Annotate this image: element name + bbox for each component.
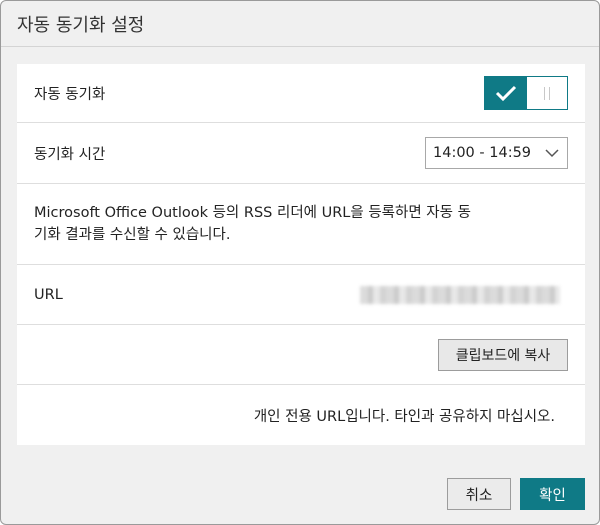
pause-bars-icon: [544, 86, 550, 100]
dialog-titlebar: 자동 동기화 설정: [1, 1, 599, 47]
toggle-on-side[interactable]: [485, 77, 527, 109]
copy-row: 클립보드에 복사: [17, 325, 585, 385]
auto-sync-row: 자동 동기화: [17, 64, 585, 123]
copy-to-clipboard-button[interactable]: 클립보드에 복사: [438, 338, 568, 371]
url-row: URL: [17, 265, 585, 325]
cancel-button[interactable]: 취소: [447, 478, 511, 510]
checkmark-icon: [495, 85, 517, 101]
auto-sync-label: 자동 동기화: [34, 86, 106, 103]
sync-time-row: 동기화 시간 14:00 - 14:59: [17, 123, 585, 184]
url-label: URL: [34, 286, 63, 303]
chevron-down-icon: [545, 148, 559, 157]
url-value-redacted: [360, 285, 560, 304]
description-line-1: Microsoft Office Outlook 등의 RSS 리더에 URL을…: [34, 205, 471, 221]
ok-button[interactable]: 확인: [520, 478, 585, 510]
description-row: Microsoft Office Outlook 등의 RSS 리더에 URL을…: [17, 184, 585, 265]
auto-sync-settings-dialog: 자동 동기화 설정 자동 동기화 동기화 시간 14:00 - 14:59 Mi…: [0, 0, 600, 525]
private-url-note: 개인 전용 URL입니다. 타인과 공유하지 마십시오.: [253, 408, 555, 425]
description-line-2: 기화 결과를 수신할 수 있습니다.: [34, 227, 231, 243]
auto-sync-toggle[interactable]: [484, 76, 568, 110]
toggle-off-side[interactable]: [527, 77, 567, 109]
description-text: Microsoft Office Outlook 등의 RSS 리더에 URL을…: [34, 202, 534, 246]
dialog-title: 자동 동기화 설정: [17, 14, 145, 36]
sync-time-value: 14:00 - 14:59: [433, 145, 532, 161]
sync-time-label: 동기화 시간: [34, 146, 106, 163]
private-note-row: 개인 전용 URL입니다. 타인과 공유하지 마십시오.: [17, 385, 585, 445]
settings-panel: 자동 동기화 동기화 시간 14:00 - 14:59 Microsoft Of…: [17, 64, 585, 445]
sync-time-select[interactable]: 14:00 - 14:59: [425, 137, 568, 169]
